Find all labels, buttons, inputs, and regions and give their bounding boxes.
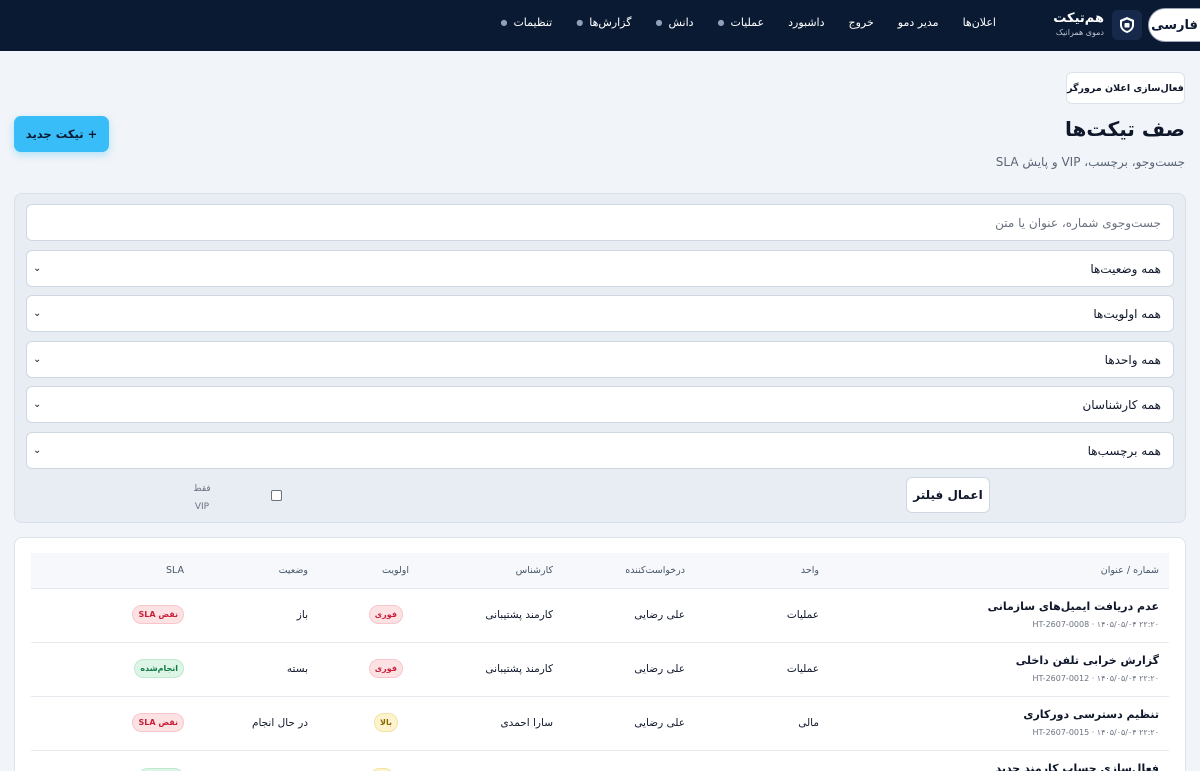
ticket-agent: سارا احمدی [500,717,553,729]
ticket-unit: مالی [798,717,819,729]
sla-badge: انجام‌شده [134,659,184,678]
top-navbar: فارسی هم‌تیکت دموی همرانیک اعلان‌ها مدیر… [0,0,1200,51]
status-select-value: همه وضعیت‌ها [1090,261,1161,276]
column-header-sla[interactable]: SLA [166,565,184,576]
ticket-requester: علی رضایی [634,663,685,675]
ticket-status: بسته [286,663,308,675]
priority-select-value: همه اولویت‌ها [1093,306,1161,321]
priority-badge: فوری [368,659,403,678]
vip-only-label: فقط VIP [189,482,215,514]
chevron-down-icon: ⌄ [33,308,42,319]
nav-item-dashboard[interactable]: داشبورد [788,16,824,29]
ticket-unit: عملیات [786,609,819,621]
dropdown-dot-icon: ● [500,18,508,27]
new-ticket-button[interactable]: + تیکت جدید [14,116,109,152]
brand-name: هم‌تیکت [1053,11,1104,26]
nav-label: مدیر دمو [897,16,939,29]
ticket-meta: HT-2607-0012 · ۱۴۰۵/۰۵/۰۴ ۲۲:۲۰ [1032,674,1159,683]
column-header-unit[interactable]: واحد [801,565,819,576]
nav-item-reports[interactable]: گزارش‌ها ● [576,16,631,29]
priority-badge: بالا [374,713,398,732]
enable-browser-notifications-button[interactable]: فعال‌سازی اعلان مرورگر [1066,72,1185,104]
agent-select[interactable]: همه کارشناسان ⌄ [26,386,1174,423]
column-header-title[interactable]: شماره / عنوان [1101,565,1159,576]
nav-item-settings[interactable]: تنظیمات ● [500,16,552,29]
vip-only-filter: فقط VIP [189,478,319,514]
ticket-title[interactable]: تنظیم دسترسی دورکاری [1023,708,1159,721]
nav-item-logout[interactable]: خروج [849,16,874,29]
language-switch-button[interactable]: فارسی [1148,8,1200,42]
ticket-title[interactable]: گزارش خرابی تلفن داخلی [1016,654,1159,667]
nav-label: دانش [668,16,694,29]
vip-only-checkbox[interactable] [271,490,282,501]
chevron-down-icon: ⌄ [33,445,42,456]
sla-badge: نقض SLA [132,713,184,732]
ticket-agent: کارمند پشتیبانی [485,663,553,675]
nav-label: گزارش‌ها [589,16,632,29]
vip-label-line2: VIP [194,502,210,512]
ticket-meta: HT-2607-0008 · ۱۴۰۵/۰۵/۰۴ ۲۲:۲۰ [1032,620,1159,629]
column-header-status[interactable]: وضعیت [279,565,308,576]
chevron-down-icon: ⌄ [33,354,42,365]
page-subtitle: جست‌وجو، برچسب، VIP و پایش SLA [995,155,1185,169]
nav-label: خروج [848,16,874,29]
tickets-table: شماره / عنوان واحد درخواست‌کننده کارشناس… [14,537,1186,771]
ticket-requester: علی رضایی [634,609,685,621]
vip-label-line1: فقط [193,484,211,494]
nav-label: تنظیمات [513,16,553,29]
brand-subtitle: دموی همرانیک [1055,28,1104,37]
filter-panel: جست‌وجوی شماره، عنوان یا متن همه وضعیت‌ه… [14,193,1186,523]
nav-label: داشبورد [788,16,825,29]
ticket-title[interactable]: عدم دریافت ایمیل‌های سازمانی [988,600,1159,613]
column-header-agent[interactable]: کارشناس [516,565,553,576]
nav-label: عملیات [730,16,765,29]
chevron-down-icon: ⌄ [33,263,42,274]
table-header-row: شماره / عنوان واحد درخواست‌کننده کارشناس… [31,553,1169,589]
search-input[interactable]: جست‌وجوی شماره، عنوان یا متن [26,204,1174,241]
ticket-agent: کارمند پشتیبانی [485,609,553,621]
priority-select[interactable]: همه اولویت‌ها ⌄ [26,295,1174,332]
page-title: صف تیکت‌ها [1065,117,1185,141]
table-row[interactable]: فعال‌سازی حساب کارمند جدید [31,751,1169,771]
ticket-requester: علی رضایی [634,717,685,729]
nav-item-notifications[interactable]: اعلان‌ها [963,16,996,29]
nav-item-demo-admin[interactable]: مدیر دمو [898,16,939,29]
ticket-unit: عملیات [786,663,819,675]
ticket-status: باز [296,609,308,621]
dropdown-dot-icon: ● [717,18,725,27]
unit-select-value: همه واحدها [1104,352,1161,367]
table-row[interactable]: عدم دریافت ایمیل‌های سازمانی HT-2607-000… [31,589,1169,643]
brand-logo[interactable] [1112,10,1142,40]
column-header-priority[interactable]: اولویت [382,565,409,576]
search-placeholder: جست‌وجوی شماره، عنوان یا متن [995,215,1161,230]
priority-badge: فوری [368,605,403,624]
apply-filter-button[interactable]: اعمال فیلتر [906,477,990,513]
agent-select-value: همه کارشناسان [1082,397,1161,412]
tag-select[interactable]: همه برچسب‌ها ⌄ [26,432,1174,469]
table-row[interactable]: گزارش خرابی تلفن داخلی HT-2607-0012 · ۱۴… [31,643,1169,697]
brand[interactable]: هم‌تیکت دموی همرانیک [1053,11,1104,39]
tag-select-value: همه برچسب‌ها [1087,443,1161,458]
nav-item-knowledge[interactable]: دانش ● [656,16,694,29]
main-nav: اعلان‌ها مدیر دمو خروج داشبورد عملیات ● د… [476,16,996,29]
ticket-title[interactable]: فعال‌سازی حساب کارمند جدید [995,762,1159,771]
chevron-down-icon: ⌄ [33,399,42,410]
dropdown-dot-icon: ● [576,18,584,27]
nav-label: اعلان‌ها [962,16,996,29]
shield-logo-icon [1120,17,1134,33]
ticket-status: در حال انجام [251,717,308,729]
unit-select[interactable]: همه واحدها ⌄ [26,341,1174,378]
nav-item-operations[interactable]: عملیات ● [718,16,765,29]
table-row[interactable]: تنظیم دسترسی دورکاری HT-2607-0015 · ۱۴۰۵… [31,697,1169,751]
status-select[interactable]: همه وضعیت‌ها ⌄ [26,250,1174,287]
dropdown-dot-icon: ● [655,18,663,27]
column-header-requester[interactable]: درخواست‌کننده [625,565,685,576]
ticket-meta: HT-2607-0015 · ۱۴۰۵/۰۵/۰۴ ۲۲:۲۰ [1032,728,1159,737]
sla-badge: نقض SLA [132,605,184,624]
